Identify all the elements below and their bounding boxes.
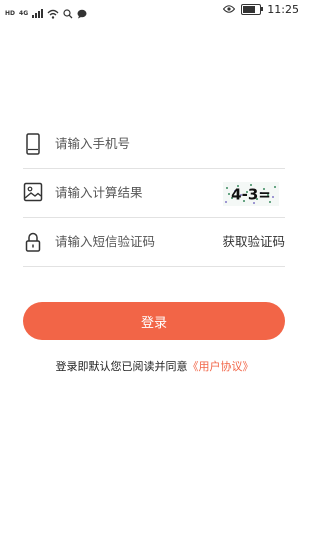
- calc-result-input[interactable]: [55, 169, 225, 215]
- eye-icon: [223, 3, 236, 16]
- get-code-button[interactable]: 获取验证码: [222, 218, 285, 266]
- network-badge: 4G: [19, 10, 29, 17]
- image-icon: [23, 182, 43, 204]
- login-button[interactable]: 登录: [23, 302, 285, 340]
- search-icon: [63, 4, 73, 23]
- agreement-text: 登录即默认您已阅读并同意《用户协议》: [0, 358, 309, 374]
- phone-row: [23, 120, 285, 169]
- battery-icon: [241, 4, 264, 15]
- status-time: 11:25: [267, 3, 299, 16]
- sms-code-input[interactable]: [55, 218, 225, 264]
- agreement-prefix: 登录即默认您已阅读并同意: [55, 360, 188, 373]
- hd-badge: HD: [5, 10, 16, 17]
- user-agreement-link[interactable]: 《用户协议》: [188, 360, 254, 373]
- phone-input[interactable]: [55, 120, 225, 166]
- sms-row: 获取验证码: [23, 218, 285, 267]
- captcha-text: 4-3=: [231, 186, 271, 204]
- calc-row: 4-3=: [23, 169, 285, 218]
- phone-icon: [23, 133, 43, 155]
- lock-icon: [23, 231, 43, 253]
- message-icon: [77, 4, 87, 23]
- status-bar-right: 11:25: [223, 3, 299, 16]
- signal-icon: [32, 9, 44, 18]
- wifi-icon: [47, 4, 59, 23]
- status-bar: HD 4G 11:25: [0, 0, 309, 22]
- status-bar-left: HD 4G: [5, 4, 87, 23]
- captcha-image[interactable]: 4-3=: [223, 182, 279, 206]
